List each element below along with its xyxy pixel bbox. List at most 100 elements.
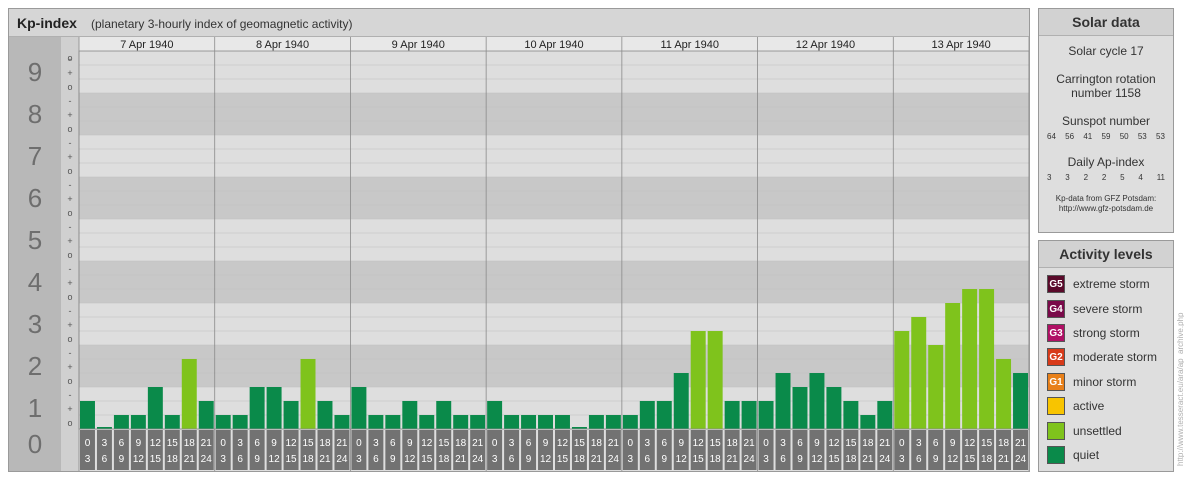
- sub-tick-label: -: [69, 390, 72, 400]
- level-label: extreme storm: [1073, 277, 1150, 291]
- kp-bar: [911, 316, 927, 429]
- sunspot-value: 64: [1047, 132, 1056, 141]
- interval-start-label: 6: [797, 438, 803, 449]
- interval-end-label: 12: [133, 454, 145, 465]
- kp-bar: [555, 415, 570, 429]
- interval-end-label: 12: [540, 454, 552, 465]
- source-watermark: http://www.tesseract.eu/ara/ap_archive.p…: [1176, 312, 1184, 466]
- interval-start-label: 3: [102, 438, 108, 449]
- interval-end-label: 18: [845, 454, 857, 465]
- sub-tick-label: -: [69, 264, 72, 274]
- solar-data-title: Solar data: [1039, 9, 1173, 36]
- kp-bar: [147, 387, 163, 429]
- kp-bar: [996, 358, 1012, 429]
- interval-start-label: 6: [390, 438, 396, 449]
- sub-tick-label: o: [67, 208, 72, 218]
- sunspot-value: 59: [1101, 132, 1111, 141]
- interval-end-label: 3: [492, 454, 498, 465]
- kp-bar: [538, 415, 553, 429]
- kp-chart: 7 Apr 1940 8 Apr 1940 9 Apr 1940 10 Apr 194…: [9, 37, 1029, 471]
- kp-bar: [402, 400, 418, 429]
- interval-start-label: 21: [472, 438, 484, 449]
- interval-start-label: 18: [998, 438, 1010, 449]
- day-label: 10 Apr 1940: [524, 39, 583, 51]
- kp-bar: [164, 415, 180, 429]
- interval-end-label: 18: [710, 454, 722, 465]
- solar-cycle: Solar cycle 17: [1068, 44, 1144, 58]
- interval-end-label: 9: [254, 454, 260, 465]
- interval-end-label: 15: [557, 454, 569, 465]
- level-label: unsettled: [1073, 424, 1122, 438]
- ap-value: 3: [1065, 173, 1070, 182]
- interval-start-label: 3: [916, 438, 922, 449]
- interval-end-label: 6: [102, 454, 108, 465]
- kp-bar: [758, 400, 774, 429]
- interval-start-label: 21: [336, 438, 348, 449]
- kp-band: [79, 303, 1029, 345]
- interval-end-label: 3: [356, 454, 362, 465]
- interval-start-label: 6: [661, 438, 667, 449]
- interval-end-label: 9: [526, 454, 532, 465]
- interval-start-label: 6: [526, 438, 532, 449]
- interval-start-label: 21: [744, 438, 756, 449]
- interval-end-label: 18: [438, 454, 450, 465]
- sub-tick-label: +: [67, 362, 72, 372]
- kp-bar: [521, 415, 537, 429]
- sub-tick-label: -: [69, 348, 72, 358]
- interval-end-label: 12: [811, 454, 823, 465]
- interval-start-label: 6: [254, 438, 260, 449]
- level-swatch: [1047, 446, 1065, 464]
- interval-start-label: 0: [85, 438, 91, 449]
- kp-bar: [588, 415, 604, 429]
- interval-end-label: 15: [285, 454, 297, 465]
- sunspot-value: 50: [1119, 132, 1129, 141]
- interval-end-label: 9: [119, 454, 125, 465]
- sub-tick-label: +: [67, 278, 72, 288]
- level-row-g5: G5 extreme storm: [1047, 274, 1150, 294]
- sub-tick-label: o: [67, 292, 72, 302]
- kp-bar: [656, 400, 672, 429]
- level-row-active: active: [1047, 396, 1104, 416]
- kp-bar: [826, 387, 842, 429]
- kp-bar: [741, 400, 757, 429]
- interval-start-label: 3: [237, 438, 243, 449]
- level-swatch: [1047, 422, 1065, 440]
- ap-value: 3: [1047, 173, 1052, 182]
- y-tick-label: 7: [28, 141, 42, 171]
- interval-end-label: 6: [780, 454, 786, 465]
- interval-end-label: 21: [455, 454, 467, 465]
- level-label: moderate storm: [1073, 350, 1158, 364]
- level-row-g2: G2 moderate storm: [1047, 347, 1157, 367]
- interval-end-label: 21: [319, 454, 331, 465]
- kp-bar: [945, 303, 961, 429]
- y-tick-label: 2: [28, 351, 42, 381]
- day-label: 7 Apr 1940: [120, 39, 173, 51]
- sub-tick-label: o: [67, 124, 72, 134]
- kp-bar: [673, 373, 689, 429]
- interval-end-label: 15: [964, 454, 976, 465]
- interval-start-label: 15: [302, 438, 314, 449]
- kp-bar: [470, 415, 486, 429]
- interval-start-label: 9: [678, 438, 684, 449]
- day-label: 11 Apr 1940: [660, 39, 719, 51]
- sub-tick-label: +: [67, 320, 72, 330]
- ap-value: 2: [1101, 173, 1107, 182]
- activity-levels-title: Activity levels: [1039, 241, 1173, 268]
- kp-bar: [215, 415, 231, 429]
- interval-end-label: 15: [150, 454, 162, 465]
- kp-bar: [639, 400, 655, 429]
- kp-bar: [928, 345, 944, 429]
- kp-bar: [487, 400, 503, 429]
- kp-bar: [385, 415, 401, 429]
- kp-bar: [232, 415, 248, 429]
- interval-end-label: 3: [220, 454, 226, 465]
- interval-end-label: 21: [727, 454, 739, 465]
- kp-bar: [809, 373, 825, 429]
- day-label: 8 Apr 1940: [256, 39, 309, 51]
- data-credit: Kp-data from GFZ Potsdam:: [1055, 194, 1157, 203]
- level-swatch: G3: [1047, 324, 1065, 342]
- interval-end-label: 21: [184, 454, 196, 465]
- level-row-g1: G1 minor storm: [1047, 372, 1136, 392]
- day-label: 9 Apr 1940: [392, 39, 445, 51]
- interval-end-label: 24: [744, 454, 756, 465]
